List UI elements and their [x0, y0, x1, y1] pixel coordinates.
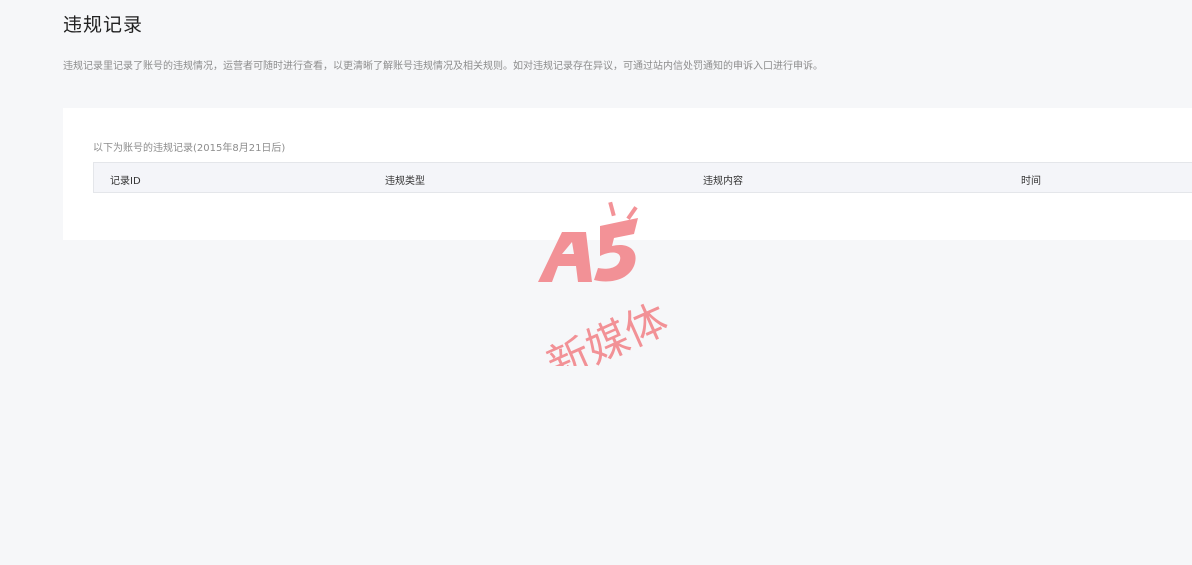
records-panel: 以下为账号的违规记录(2015年8月21日后) 记录ID 违规类型 违规内容 时… — [63, 108, 1192, 240]
column-header-time: 时间 — [1021, 176, 1041, 187]
column-header-violation-content: 违规内容 — [703, 176, 743, 187]
records-caption: 以下为账号的违规记录(2015年8月21日后) — [93, 143, 286, 154]
column-header-violation-type: 违规类型 — [385, 176, 425, 187]
watermark-text: 新媒体 — [540, 294, 675, 366]
column-header-record-id: 记录ID — [110, 176, 141, 187]
page-description: 违规记录里记录了账号的违规情况，运营者可随时进行查看，以更清晰了解账号违规情况及… — [63, 61, 823, 72]
records-table-header: 记录ID 违规类型 违规内容 时间 — [93, 162, 1192, 193]
page-title: 违规记录 — [63, 14, 144, 36]
